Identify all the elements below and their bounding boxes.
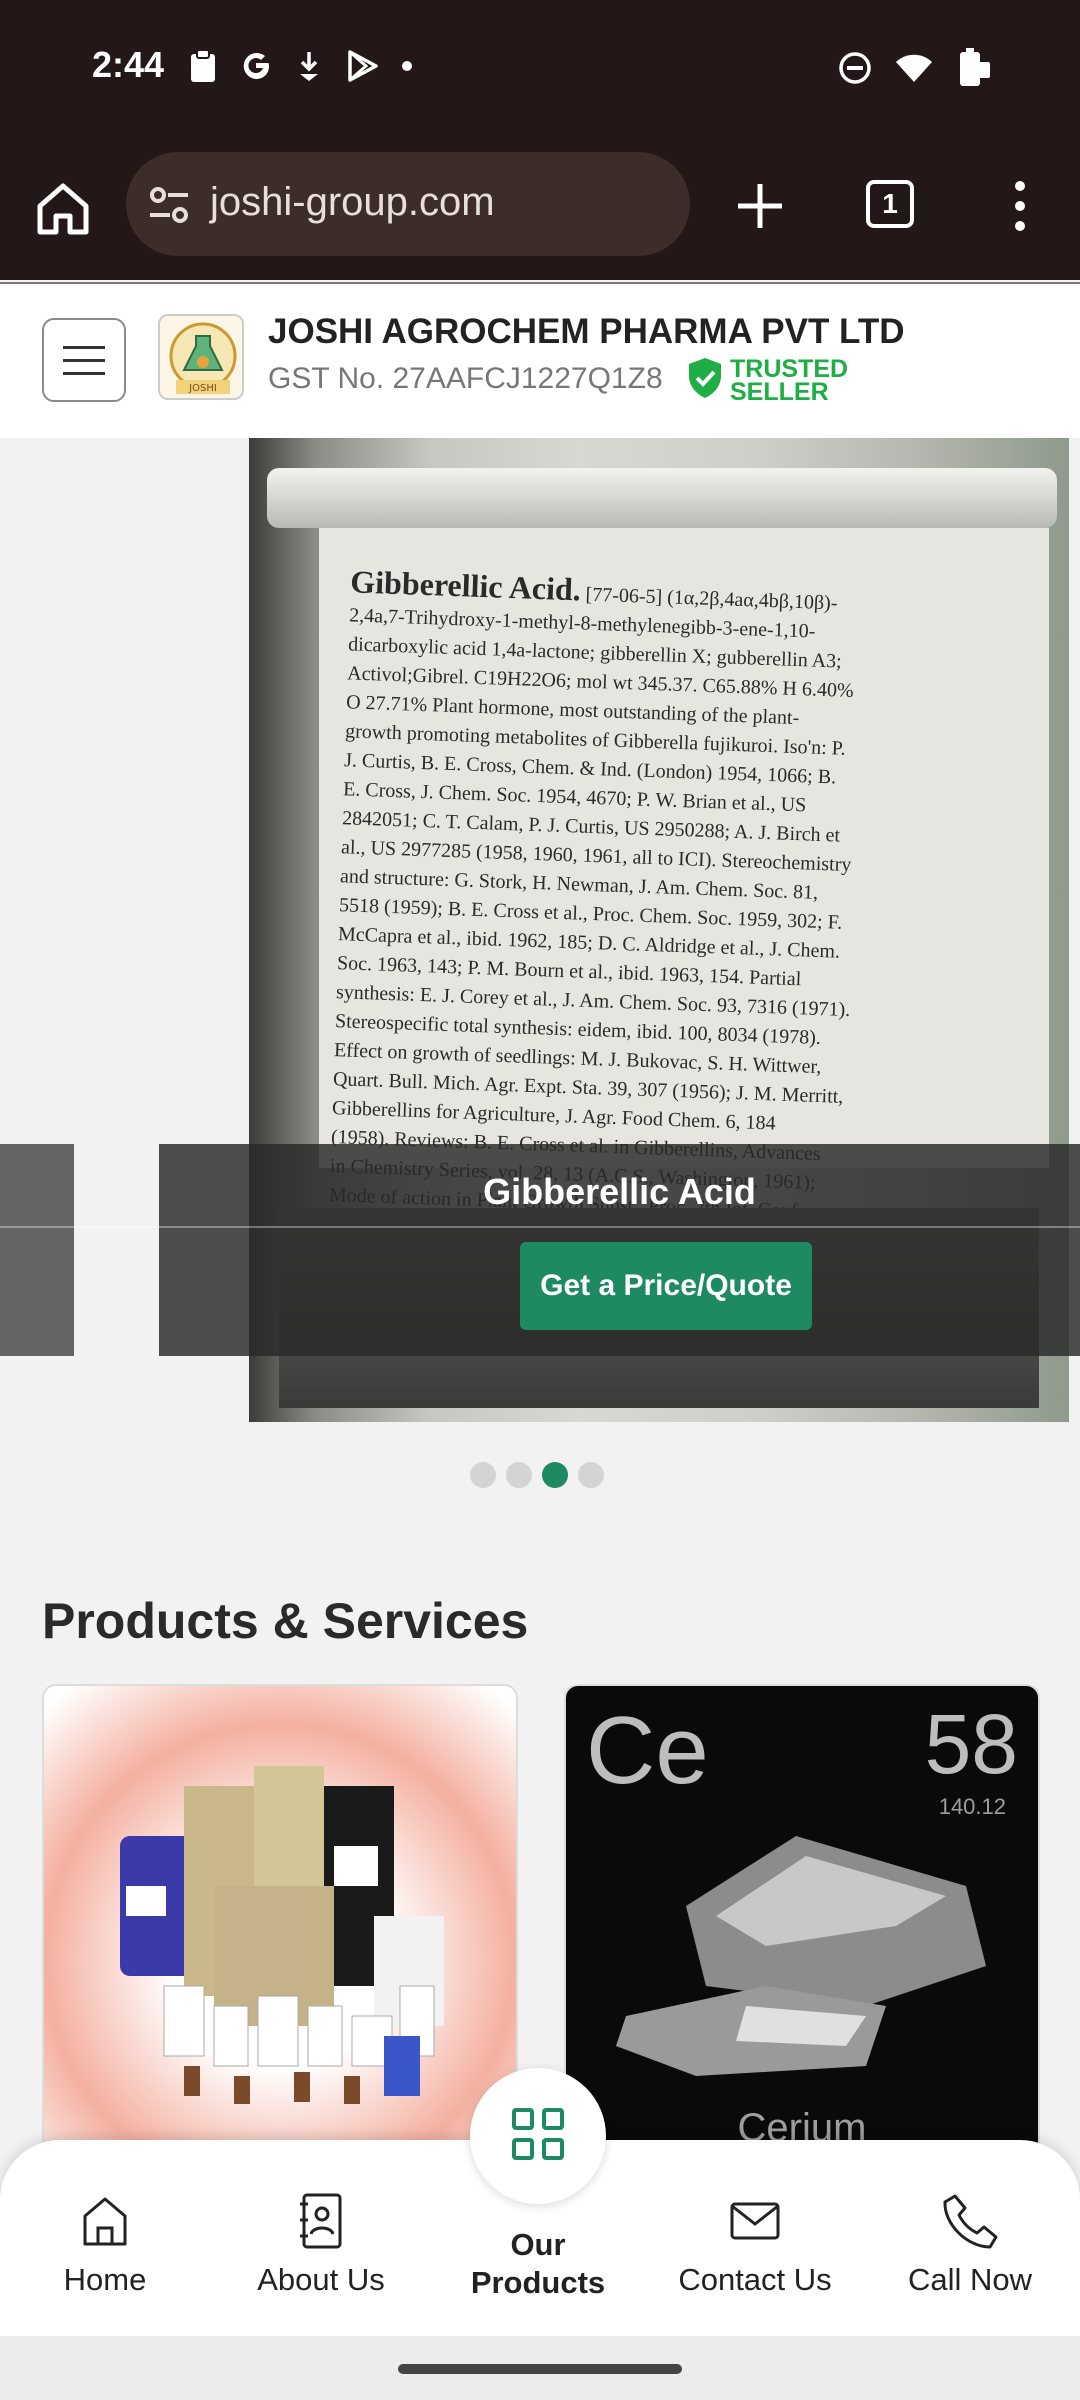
status-left-icons bbox=[188, 48, 414, 89]
status-bar: 2:44 bbox=[0, 0, 1080, 140]
play-store-icon bbox=[344, 48, 380, 89]
shield-check-icon bbox=[686, 356, 724, 405]
hamburger-menu-button[interactable] bbox=[42, 318, 126, 402]
home-gesture-handle[interactable] bbox=[398, 2364, 682, 2374]
company-name: JOSHI AGROCHEM PHARMA PVT LTD bbox=[268, 312, 905, 351]
our-products-button[interactable] bbox=[470, 2068, 606, 2204]
dot-icon bbox=[400, 59, 414, 78]
nav-call-label: Call Now bbox=[907, 2262, 1033, 2297]
label-line: [77-06-5] (1α,2β,4aα,4bβ,10β)- bbox=[585, 583, 838, 615]
dnd-icon bbox=[838, 51, 872, 90]
grid-icon bbox=[510, 2106, 566, 2167]
nav-our-products[interactable]: Our Products bbox=[450, 2226, 626, 2302]
section-heading: Products & Services bbox=[42, 1593, 529, 1649]
nav-home-label: Home bbox=[63, 2262, 147, 2297]
nav-contact[interactable]: Contact Us bbox=[665, 2190, 845, 2298]
more-menu-icon[interactable] bbox=[1000, 176, 1040, 241]
trusted-line2: SELLER bbox=[730, 377, 829, 406]
svg-text:JOSHI: JOSHI bbox=[188, 383, 217, 394]
nav-contact-label: Contact Us bbox=[678, 2262, 832, 2297]
new-tab-icon[interactable] bbox=[730, 176, 790, 241]
chemical-containers-image bbox=[120, 1766, 444, 2104]
site-settings-icon[interactable] bbox=[146, 182, 192, 233]
slider-dot[interactable] bbox=[506, 1462, 532, 1488]
status-time: 2:44 bbox=[92, 44, 165, 85]
url-text: joshi-group.com bbox=[210, 180, 495, 224]
browser-toolbar: joshi-group.com 1 bbox=[0, 140, 1080, 280]
slide-title: Gibberellic Acid bbox=[483, 1171, 756, 1212]
system-gesture-area bbox=[0, 2336, 1080, 2400]
slider-dot[interactable] bbox=[578, 1462, 604, 1488]
slider-dots bbox=[470, 1462, 604, 1488]
status-right-icons bbox=[838, 48, 992, 93]
nav-home[interactable]: Home bbox=[15, 2190, 195, 2298]
wifi-icon bbox=[894, 52, 934, 89]
contact-book-icon bbox=[231, 2190, 411, 2252]
mail-icon bbox=[665, 2190, 845, 2252]
home-icon[interactable] bbox=[30, 176, 96, 242]
tab-switcher-button[interactable]: 1 bbox=[866, 180, 914, 228]
site-header: JOSHI JOSHI AGROCHEM PHARMA PVT LTD GST … bbox=[0, 282, 1080, 438]
gst-number: GST No. 27AAFCJ1227Q1Z8 bbox=[268, 362, 663, 395]
nav-about[interactable]: About Us bbox=[231, 2190, 411, 2298]
company-logo[interactable]: JOSHI bbox=[158, 314, 244, 400]
hero-slider[interactable]: Gibberellic Acid. [77-06-5] (1α,2β,4aα,4… bbox=[0, 438, 1080, 1488]
nav-call[interactable]: Call Now bbox=[880, 2190, 1060, 2298]
home-outline-icon bbox=[15, 2190, 195, 2252]
nav-about-label: About Us bbox=[257, 2262, 385, 2297]
slider-dot-active[interactable] bbox=[542, 1462, 568, 1488]
battery-icon bbox=[956, 48, 992, 93]
phone-icon bbox=[880, 2190, 1060, 2252]
product-card-cerium[interactable]: Ce 58 140.12 Cerium bbox=[564, 1684, 1040, 2184]
download-icon bbox=[294, 48, 324, 89]
trusted-seller-badge: TRUSTED SELLER bbox=[686, 356, 848, 405]
address-bar[interactable]: joshi-group.com bbox=[126, 152, 690, 256]
previous-slide-peek[interactable] bbox=[0, 1144, 74, 1356]
get-quote-button[interactable]: Get a Price/Quote bbox=[520, 1242, 812, 1330]
google-icon bbox=[238, 48, 274, 89]
product-card-chemicals[interactable] bbox=[42, 1684, 518, 2184]
slider-dot[interactable] bbox=[470, 1462, 496, 1488]
nav-products-line2: Products bbox=[470, 2265, 606, 2300]
clipboard-icon bbox=[188, 48, 218, 89]
nav-products-line1: Our bbox=[510, 2227, 566, 2262]
